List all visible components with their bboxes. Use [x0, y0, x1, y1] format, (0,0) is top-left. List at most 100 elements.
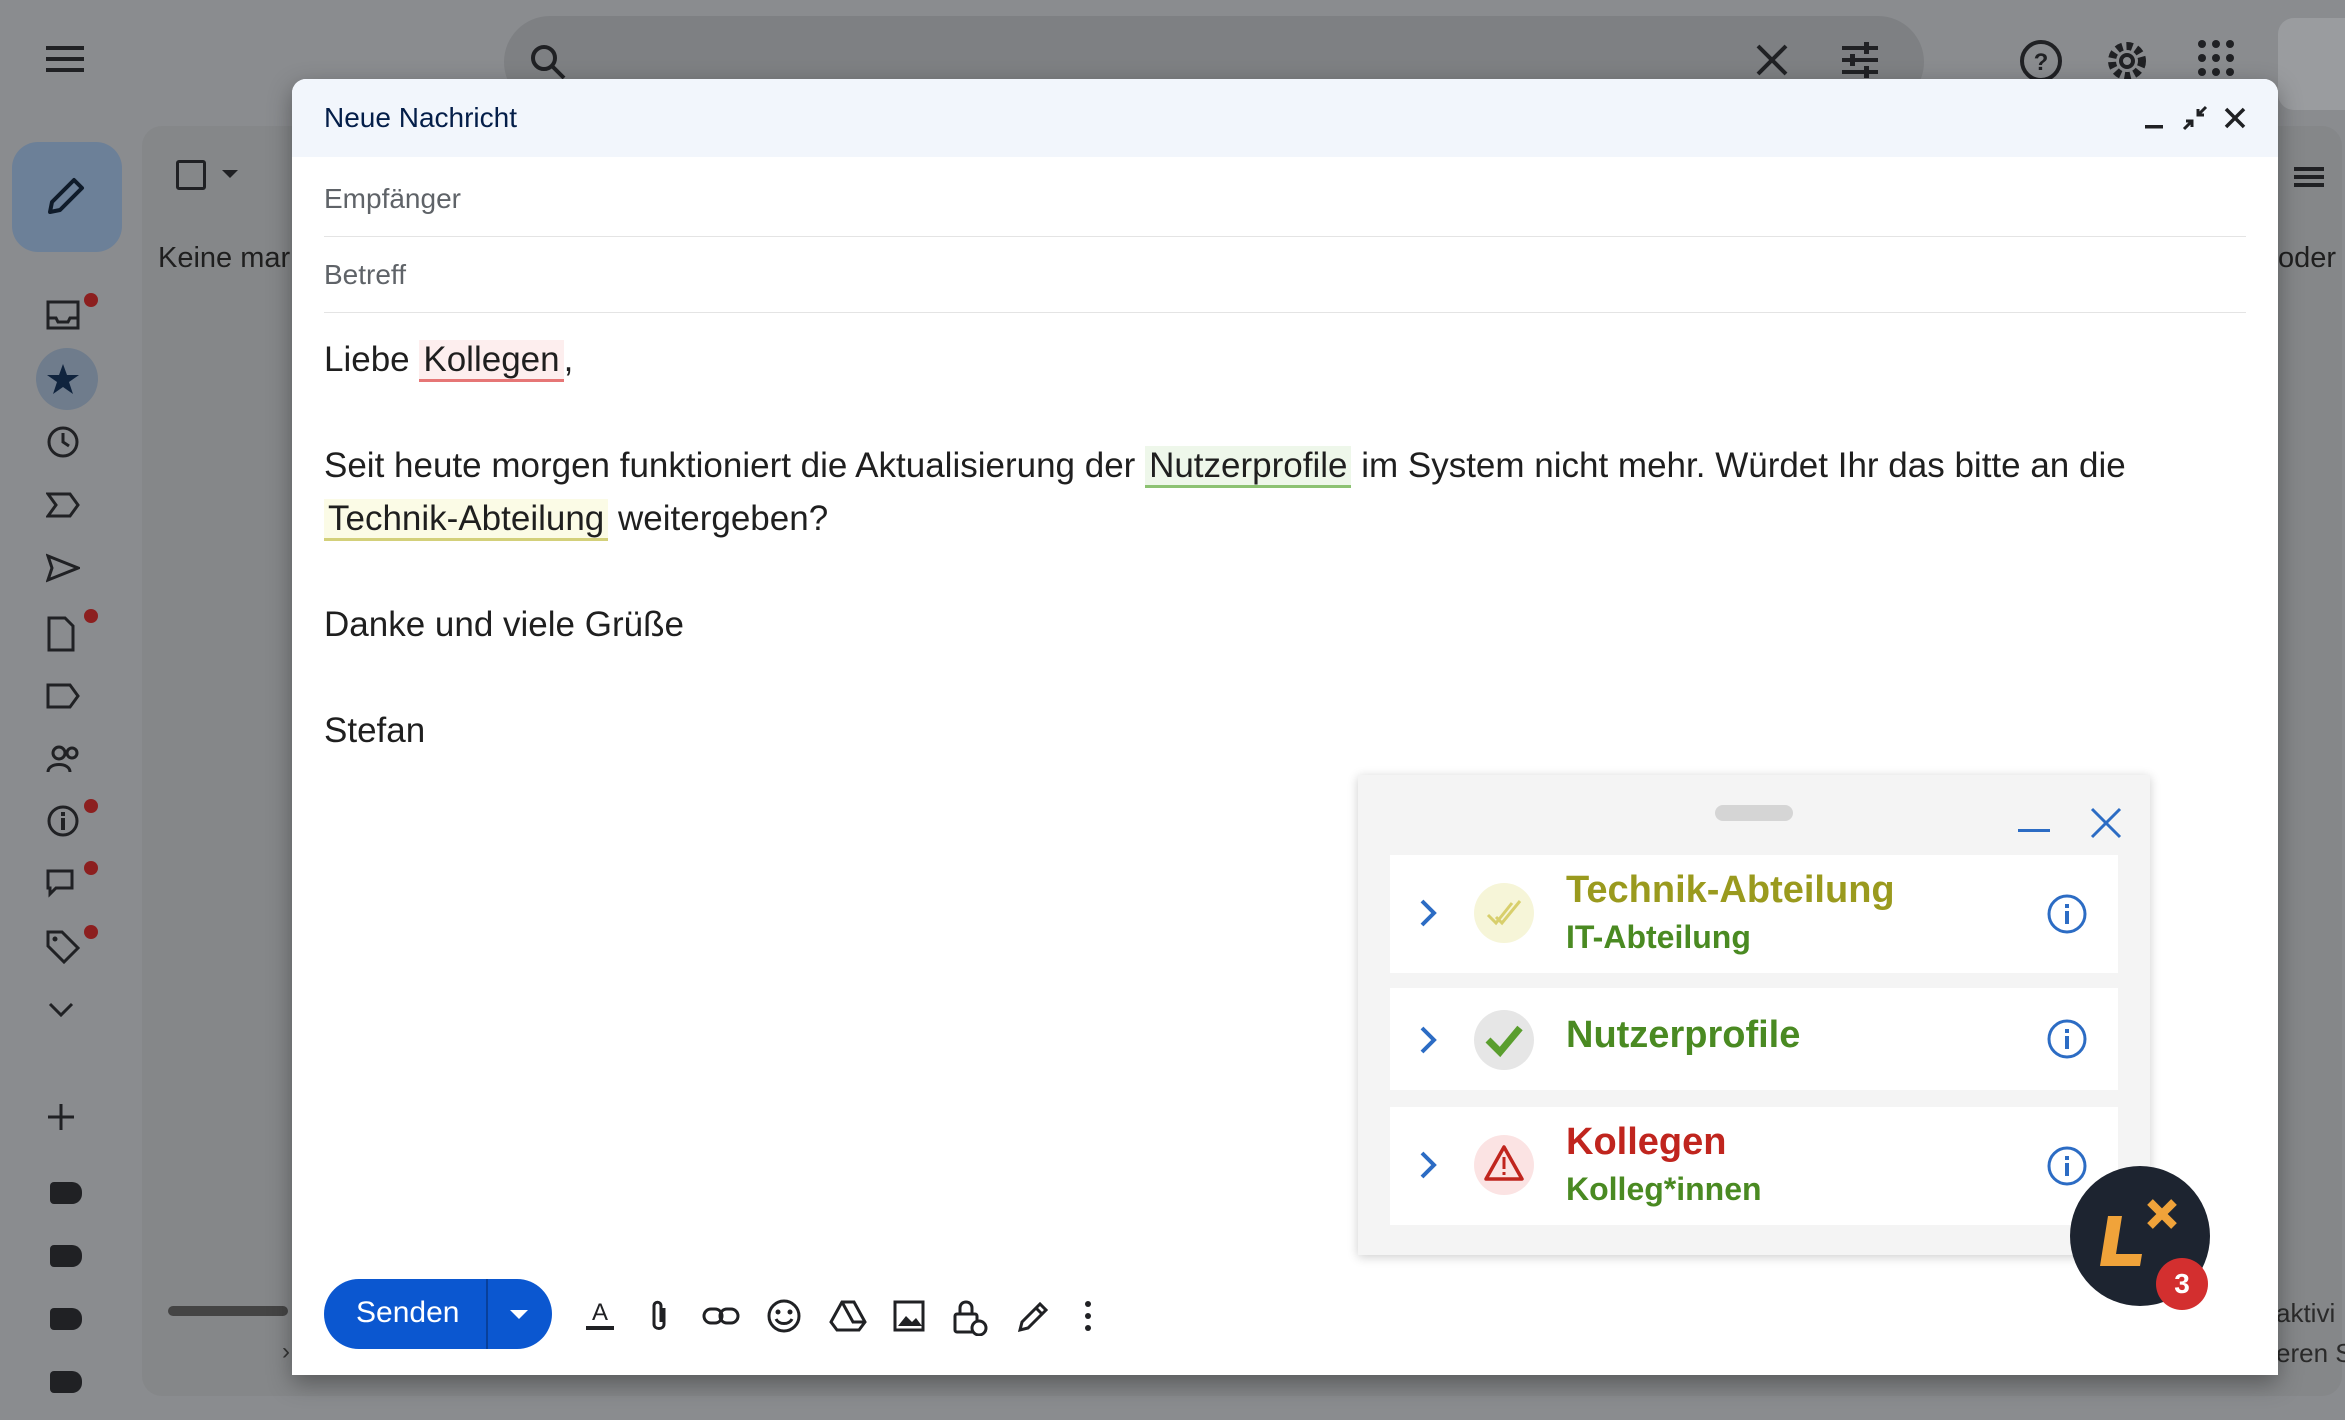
close-icon[interactable] — [2088, 805, 2124, 841]
notification-dot — [84, 799, 98, 813]
storage-bar — [168, 1306, 288, 1316]
hamburger-menu-icon[interactable] — [46, 44, 86, 74]
search-icon[interactable] — [528, 42, 568, 82]
forum-icon[interactable] — [46, 868, 82, 900]
link-icon[interactable] — [702, 1298, 740, 1334]
label-tag-icon[interactable] — [50, 1245, 82, 1267]
suggestion-card-nutzerprofile[interactable]: Nutzerprofile — [1390, 988, 2118, 1090]
send-icon[interactable] — [46, 553, 80, 583]
apps-grid-icon[interactable] — [2196, 38, 2236, 78]
closing-line: Danke und viele Grüße — [324, 605, 684, 644]
compose-title: Neue Nachricht — [324, 102, 517, 133]
drag-handle[interactable] — [1715, 805, 1793, 821]
more-options-icon[interactable] — [1082, 1298, 1094, 1334]
activity-text: aktivi — [2276, 1298, 2336, 1328]
bottom-left-char: › — [282, 1338, 290, 1365]
suggestion-card-kollegen[interactable]: Kollegen Kolleg*innen — [1390, 1107, 2118, 1225]
close-icon[interactable] — [2222, 103, 2248, 133]
flagged-word-nutzerprofile[interactable]: Nutzerprofile — [1145, 446, 1352, 488]
notification-dot — [84, 861, 98, 875]
suggestion-replacement[interactable]: IT-Abteilung — [1566, 919, 1751, 956]
flagged-word-technik-abteilung[interactable]: Technik-Abteilung — [324, 499, 609, 541]
draft-icon[interactable] — [46, 616, 76, 652]
checkmark-icon — [1474, 1010, 1534, 1070]
suggestion-title: Technik-Abteilung — [1566, 869, 1895, 911]
drive-icon[interactable] — [829, 1298, 867, 1334]
compose-header: Neue Nachricht — [292, 79, 2278, 157]
message-body[interactable]: Liebe Kollegen, Seit heute morgen funkti… — [324, 333, 2204, 757]
attachment-icon[interactable] — [644, 1298, 674, 1334]
density-icon[interactable] — [2294, 165, 2324, 189]
info-icon[interactable] — [2046, 1145, 2088, 1187]
text-format-icon[interactable]: A — [582, 1298, 618, 1334]
send-divider — [486, 1279, 488, 1349]
suggestion-replacement[interactable]: Kolleg*innen — [1566, 1171, 1762, 1208]
recipient-placeholder: Empfänger — [324, 183, 461, 214]
greeting-pre: Liebe — [324, 340, 420, 379]
chevron-down-icon[interactable] — [46, 1000, 76, 1020]
notification-dot — [84, 925, 98, 939]
tune-icon[interactable] — [1840, 40, 1880, 80]
label-tag-icon[interactable] — [50, 1182, 82, 1204]
help-icon[interactable]: ? — [2018, 38, 2064, 84]
subject-field[interactable]: Betreff — [324, 237, 2246, 313]
emoji-icon[interactable] — [766, 1298, 802, 1334]
list-header-text: Keine mark — [158, 242, 305, 274]
p1-pre: Seit heute morgen funktioniert die Aktua… — [324, 446, 1146, 485]
suggestion-card-technik-abteilung[interactable]: Technik-Abteilung IT-Abteilung — [1390, 855, 2118, 973]
minimize-icon[interactable] — [2142, 103, 2166, 133]
svg-text:?: ? — [2034, 49, 2049, 76]
notification-dot — [84, 609, 98, 623]
account-area[interactable] — [2278, 18, 2345, 110]
label-icon[interactable] — [46, 682, 80, 710]
chevron-right-icon[interactable] — [1418, 1149, 1438, 1181]
compose-button[interactable] — [12, 142, 122, 252]
suggestion-title: Kollegen — [1566, 1121, 1727, 1163]
notification-dot — [84, 293, 98, 307]
tag-icon[interactable] — [46, 930, 80, 964]
activity-text-2: eren St — [2276, 1338, 2345, 1368]
send-options-caret[interactable] — [510, 1310, 528, 1319]
photo-icon[interactable] — [892, 1298, 926, 1334]
warning-icon — [1474, 1135, 1534, 1195]
info-icon[interactable] — [2046, 1018, 2088, 1060]
important-icon[interactable] — [46, 490, 80, 520]
info-icon[interactable] — [46, 804, 80, 838]
paragraph-1: Seit heute morgen funktioniert die Aktua… — [324, 439, 2204, 545]
p1-post: weitergeben? — [608, 499, 829, 538]
greeting-post: , — [563, 340, 574, 379]
chevron-right-icon[interactable] — [1418, 897, 1438, 929]
contacts-icon[interactable] — [46, 744, 82, 774]
signature-line: Stefan — [324, 711, 426, 750]
gear-icon[interactable] — [2104, 38, 2150, 84]
confidential-lock-icon[interactable] — [952, 1298, 988, 1336]
issue-count-badge: 3 — [2156, 1258, 2208, 1310]
writing-assistant-panel: Technik-Abteilung IT-Abteilung Nutzerpro… — [1358, 775, 2150, 1255]
add-label-icon[interactable] — [46, 1102, 76, 1132]
pencil-icon — [44, 174, 88, 218]
send-button-label: Senden — [356, 1296, 460, 1329]
list-right-text: oder — [2278, 242, 2337, 274]
close-icon[interactable] — [1754, 42, 1790, 78]
minimize-icon[interactable] — [2018, 827, 2052, 835]
inbox-icon[interactable] — [46, 300, 80, 330]
signature-pen-icon[interactable] — [1016, 1298, 1052, 1334]
label-tag-icon[interactable] — [50, 1371, 82, 1393]
select-dropdown-caret[interactable] — [222, 170, 238, 178]
clock-icon[interactable] — [46, 425, 80, 459]
subject-placeholder: Betreff — [324, 259, 406, 290]
suggestion-title: Nutzerprofile — [1566, 1014, 1801, 1056]
recipient-field[interactable]: Empfänger — [324, 161, 2246, 237]
double-check-icon — [1474, 883, 1534, 943]
star-icon[interactable] — [46, 362, 80, 396]
p1-mid: im System nicht mehr. Würdet Ihr das bit… — [1351, 446, 2126, 485]
exit-fullscreen-icon[interactable] — [2182, 103, 2208, 133]
greeting-line: Liebe Kollegen, — [324, 333, 2204, 386]
flagged-word-kollegen[interactable]: Kollegen — [419, 340, 564, 382]
svg-text:A: A — [592, 1299, 608, 1326]
label-tag-icon[interactable] — [50, 1308, 82, 1330]
send-button[interactable]: Senden — [324, 1279, 552, 1349]
chevron-right-icon[interactable] — [1418, 1024, 1438, 1056]
info-icon[interactable] — [2046, 893, 2088, 935]
select-all-checkbox[interactable] — [176, 160, 206, 190]
